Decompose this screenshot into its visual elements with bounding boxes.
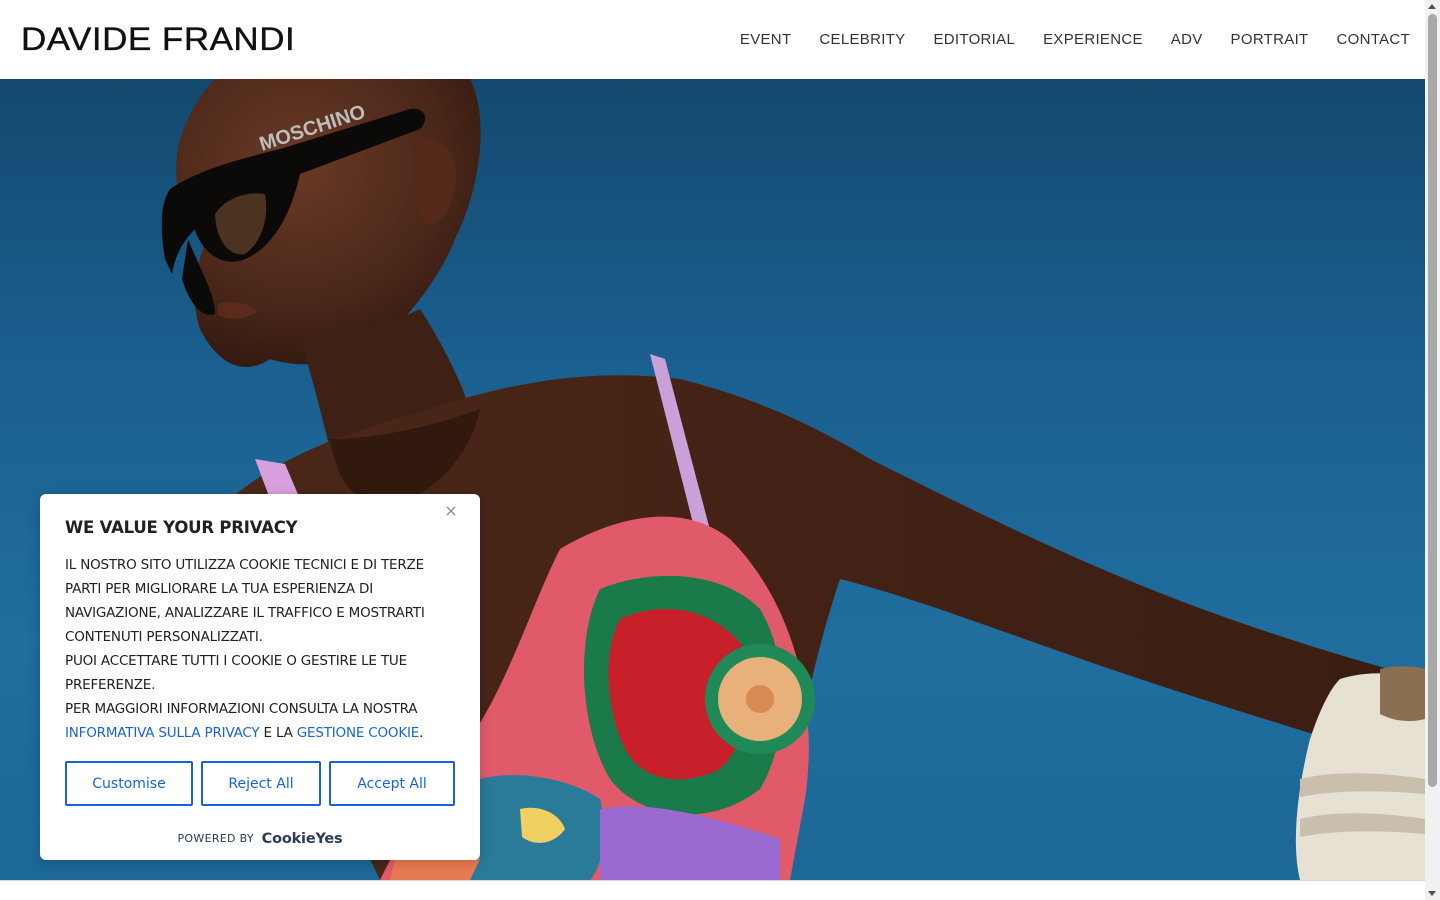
- scroll-up-arrow-icon[interactable]: [1428, 4, 1436, 9]
- page-bottom-strip: [0, 880, 1425, 900]
- cookie-text-middle: E LA: [259, 725, 297, 741]
- nav-item-experience[interactable]: EXPERIENCE: [1043, 31, 1143, 48]
- scroll-down-arrow-icon[interactable]: [1428, 891, 1436, 896]
- cookie-text-paragraph-1: IL NOSTRO SITO UTILIZZA COOKIE TECNICI E…: [65, 557, 425, 645]
- nav-item-celebrity[interactable]: CELEBRITY: [819, 31, 905, 48]
- cookie-text-prefix: PER MAGGIORI INFORMAZIONI CONSULTA LA NO…: [65, 701, 418, 717]
- privacy-policy-link[interactable]: INFORMATIVA SULLA PRIVACY: [65, 725, 260, 741]
- cookie-banner-buttons: Customise Reject All Accept All: [65, 761, 455, 806]
- nav-item-portrait[interactable]: PORTRAIT: [1231, 31, 1309, 48]
- powered-by: POWERED BY CookieYes: [40, 831, 480, 847]
- nav-item-adv[interactable]: ADV: [1171, 31, 1203, 48]
- reject-all-button[interactable]: Reject All: [201, 761, 321, 806]
- cookie-text-suffix: .: [419, 725, 424, 741]
- close-icon[interactable]: [444, 504, 458, 518]
- site-logo[interactable]: DAVIDE FRANDI: [21, 21, 295, 58]
- site-header: DAVIDE FRANDI EVENT CELEBRITY EDITORIAL …: [0, 0, 1425, 79]
- nav-item-editorial[interactable]: EDITORIAL: [933, 31, 1015, 48]
- cookie-banner-title: WE VALUE YOUR PRIVACY: [65, 518, 298, 537]
- cookie-policy-link[interactable]: GESTIONE COOKIE: [297, 725, 420, 741]
- customise-button[interactable]: Customise: [65, 761, 193, 806]
- main-nav: EVENT CELEBRITY EDITORIAL EXPERIENCE ADV…: [740, 31, 1410, 48]
- cookieyes-logo[interactable]: CookieYes: [262, 831, 343, 847]
- cookie-consent-banner: WE VALUE YOUR PRIVACY IL NOSTRO SITO UTI…: [40, 494, 480, 860]
- cookie-text-paragraph-3: PER MAGGIORI INFORMAZIONI CONSULTA LA NO…: [65, 697, 455, 745]
- nav-item-event[interactable]: EVENT: [740, 31, 792, 48]
- scrollbar-thumb[interactable]: [1428, 14, 1437, 787]
- accept-all-button[interactable]: Accept All: [329, 761, 455, 806]
- vertical-scrollbar[interactable]: [1425, 0, 1440, 900]
- powered-by-label: POWERED BY: [177, 832, 254, 845]
- cookie-text-paragraph-2: PUOI ACCETTARE TUTTI I COOKIE O GESTIRE …: [65, 653, 407, 693]
- nav-item-contact[interactable]: CONTACT: [1337, 31, 1410, 48]
- cookie-banner-text: IL NOSTRO SITO UTILIZZA COOKIE TECNICI E…: [65, 553, 455, 745]
